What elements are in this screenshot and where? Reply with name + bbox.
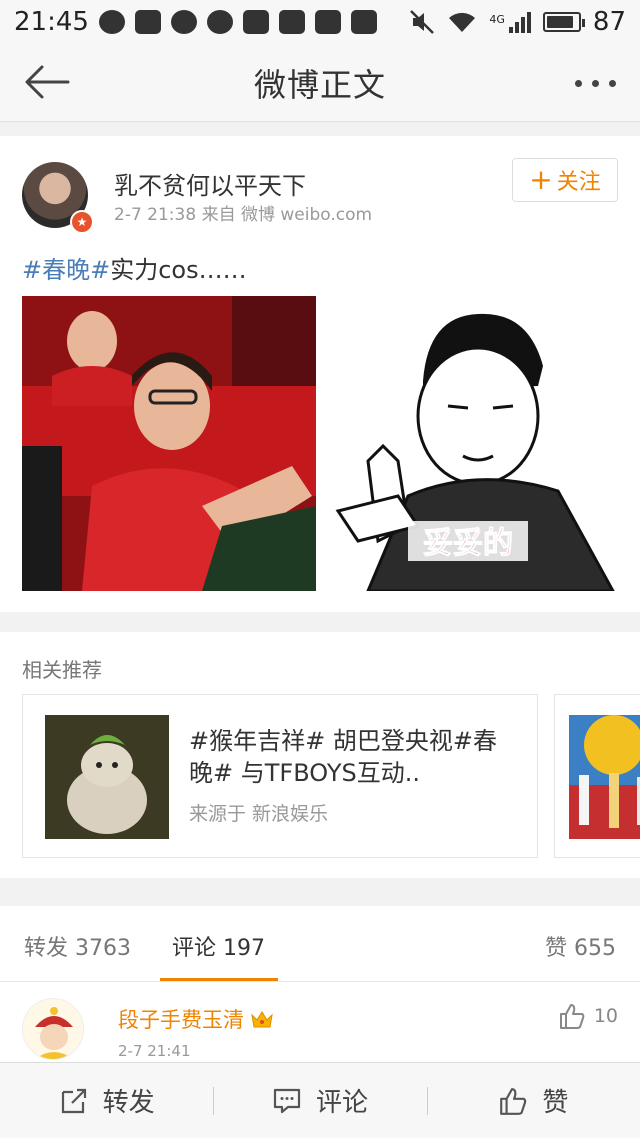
comment-author-name: 段子手费玉清	[118, 1008, 244, 1032]
mail-icon	[350, 10, 377, 34]
related-section: 相关推荐 #猴年吉祥# 胡巴登央视#春晚# 与TFBOYS互动.. 来源于 新浪…	[0, 632, 640, 878]
thumbs-up-icon	[559, 1004, 585, 1029]
related-thumbnail	[45, 715, 169, 839]
tab-like[interactable]: 赞 655	[545, 930, 616, 962]
related-source: 来源于 新浪娱乐	[189, 803, 329, 825]
qq-icon	[314, 10, 341, 34]
follow-button[interactable]: + 关注	[512, 158, 618, 202]
stats-tabs: 转发 3763 评论 197 赞 655	[0, 906, 640, 982]
post-meta: 2-7 21:38 来自 微博 weibo.com	[114, 205, 373, 225]
comment-icon	[273, 1088, 301, 1113]
post-text: #春晚#实力cos……	[22, 250, 247, 285]
post-author[interactable]: 乳不贫何以平天下	[114, 166, 306, 201]
signal-icon	[508, 11, 531, 33]
gallery-icon	[278, 10, 305, 34]
more-icon[interactable]	[575, 80, 616, 87]
chat-icon	[206, 10, 233, 34]
comment-time: 2-7 21:41	[118, 1042, 191, 1060]
like-button[interactable]: 赞	[426, 1063, 640, 1138]
active-tab-indicator	[160, 978, 278, 981]
network-type: 4G	[489, 13, 505, 26]
message-icon	[98, 10, 125, 34]
battery-icon	[542, 12, 585, 32]
hashtag-link[interactable]: #春晚#	[22, 256, 110, 284]
wifi-icon	[449, 12, 476, 32]
notification-icons	[98, 10, 377, 34]
status-bar: 21:45 4G 87	[0, 0, 640, 44]
avatar[interactable]: ★	[22, 162, 94, 234]
nav-bar: 微博正文	[0, 44, 640, 122]
share-icon	[61, 1088, 86, 1113]
bottom-action-bar: 转发 评论 赞	[0, 1062, 640, 1138]
tab-repost[interactable]: 转发 3763	[24, 930, 131, 962]
related-card[interactable]: #猴年吉祥# 胡巴登央视#春晚# 与TFBOYS互动.. 来源于 新浪娱乐	[22, 694, 538, 858]
weibo-icon	[170, 10, 197, 34]
post-image-right[interactable]: 妥妥的	[328, 296, 618, 591]
battery-percent: 87	[592, 7, 626, 37]
like-label: 赞	[542, 1088, 569, 1118]
mute-icon	[410, 10, 435, 34]
comment-button[interactable]: 评论	[213, 1063, 426, 1138]
repost-button[interactable]: 转发	[0, 1063, 213, 1138]
related-text: #猴年吉祥# 胡巴登央视#春晚# 与TFBOYS互动..	[189, 727, 497, 787]
comment-author[interactable]: 段子手费玉清	[118, 1004, 274, 1034]
news-icon	[242, 10, 269, 34]
post-card: ★ 乳不贫何以平天下 2-7 21:38 来自 微博 weibo.com + 关…	[0, 136, 640, 612]
comment-item: 段子手费玉清 2-7 21:41 10	[0, 982, 640, 1062]
post-body: 实力cos……	[110, 256, 247, 284]
comment-like-count: 10	[593, 1005, 618, 1027]
comment-label: 评论	[315, 1088, 368, 1118]
verified-badge-icon: ★	[70, 210, 94, 234]
thumbs-up-icon	[500, 1087, 527, 1115]
status-right: 4G 87	[409, 7, 626, 37]
status-time: 21:45	[14, 7, 89, 37]
crown-icon	[251, 1011, 273, 1028]
back-arrow-icon[interactable]	[22, 62, 72, 102]
meme-caption: 妥妥的	[423, 526, 513, 561]
related-thumbnail	[569, 715, 640, 839]
plus-icon: +	[529, 163, 553, 196]
meme-illustration: 妥妥的	[328, 296, 618, 591]
app-icon	[134, 10, 161, 34]
tab-comment[interactable]: 评论 197	[172, 930, 265, 962]
comment-like-button[interactable]: 10	[558, 1002, 618, 1030]
follow-label: 关注	[556, 170, 601, 195]
repost-label: 转发	[102, 1088, 155, 1118]
related-title: 相关推荐	[22, 658, 102, 682]
audience-photo	[22, 296, 316, 591]
post-image-left[interactable]	[22, 296, 316, 591]
comment-avatar[interactable]	[22, 998, 84, 1060]
page-title: 微博正文	[253, 65, 386, 104]
related-card-partial[interactable]	[554, 694, 640, 858]
